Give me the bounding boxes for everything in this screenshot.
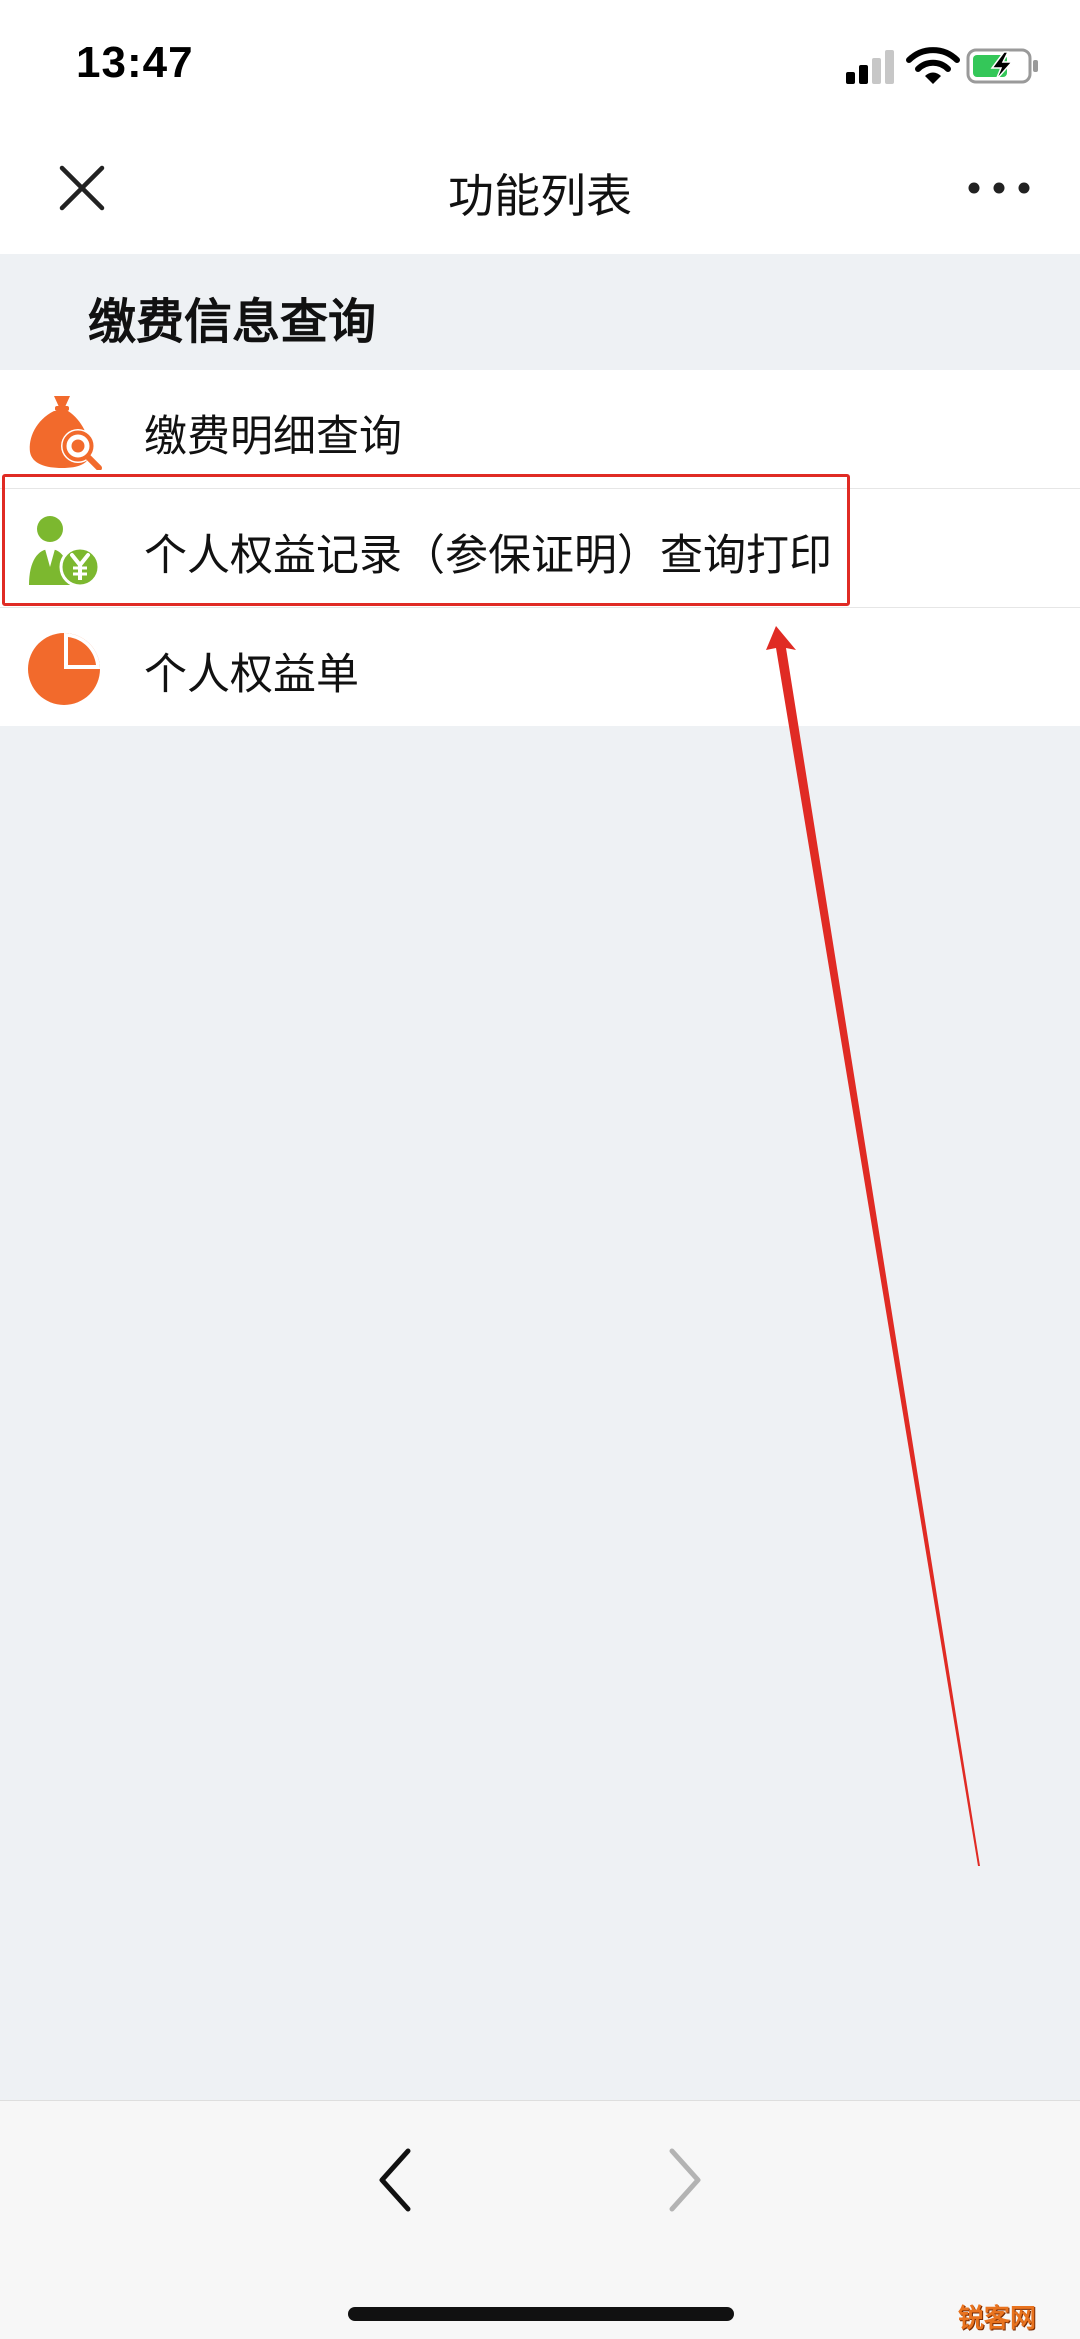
menu-item-payment-details[interactable]: 缴费明细查询: [0, 370, 1080, 489]
menu-item-label: 缴费明细查询: [144, 412, 402, 462]
back-arrow-icon[interactable]: [368, 2143, 424, 2217]
home-indicator[interactable]: [348, 2307, 734, 2321]
more-options-icon[interactable]: [964, 156, 1034, 220]
status-bar: 13:47: [0, 0, 1080, 130]
function-list: 缴费明细查询 个人权益记录（参保证明）查询打印 个人权益单: [0, 370, 1080, 726]
section-title: 缴费信息查询: [88, 294, 377, 350]
forward-arrow-icon[interactable]: [656, 2143, 712, 2217]
person-yen-icon: [29, 516, 101, 588]
page-title: 功能列表: [448, 169, 632, 223]
menu-item-rights-statement[interactable]: 个人权益单: [0, 608, 1080, 726]
menu-item-rights-record-print[interactable]: 个人权益记录（参保证明）查询打印: [0, 489, 1080, 608]
cellular-signal-icon: [846, 50, 894, 84]
bottom-toolbar: [0, 2100, 1080, 2339]
menu-item-label: 个人权益单: [144, 650, 359, 700]
section-header: 缴费信息查询: [0, 254, 1080, 370]
wifi-icon: [906, 47, 960, 84]
money-bag-icon: [29, 396, 102, 470]
watermark: 锐客网: [958, 2304, 1037, 2334]
nav-bar: 功能列表: [0, 130, 1080, 254]
status-time: 13:47: [76, 38, 194, 87]
pie-chart-icon: [28, 633, 100, 705]
battery-charging-icon: [966, 48, 1038, 84]
menu-item-label: 个人权益记录（参保证明）查询打印: [144, 531, 832, 581]
